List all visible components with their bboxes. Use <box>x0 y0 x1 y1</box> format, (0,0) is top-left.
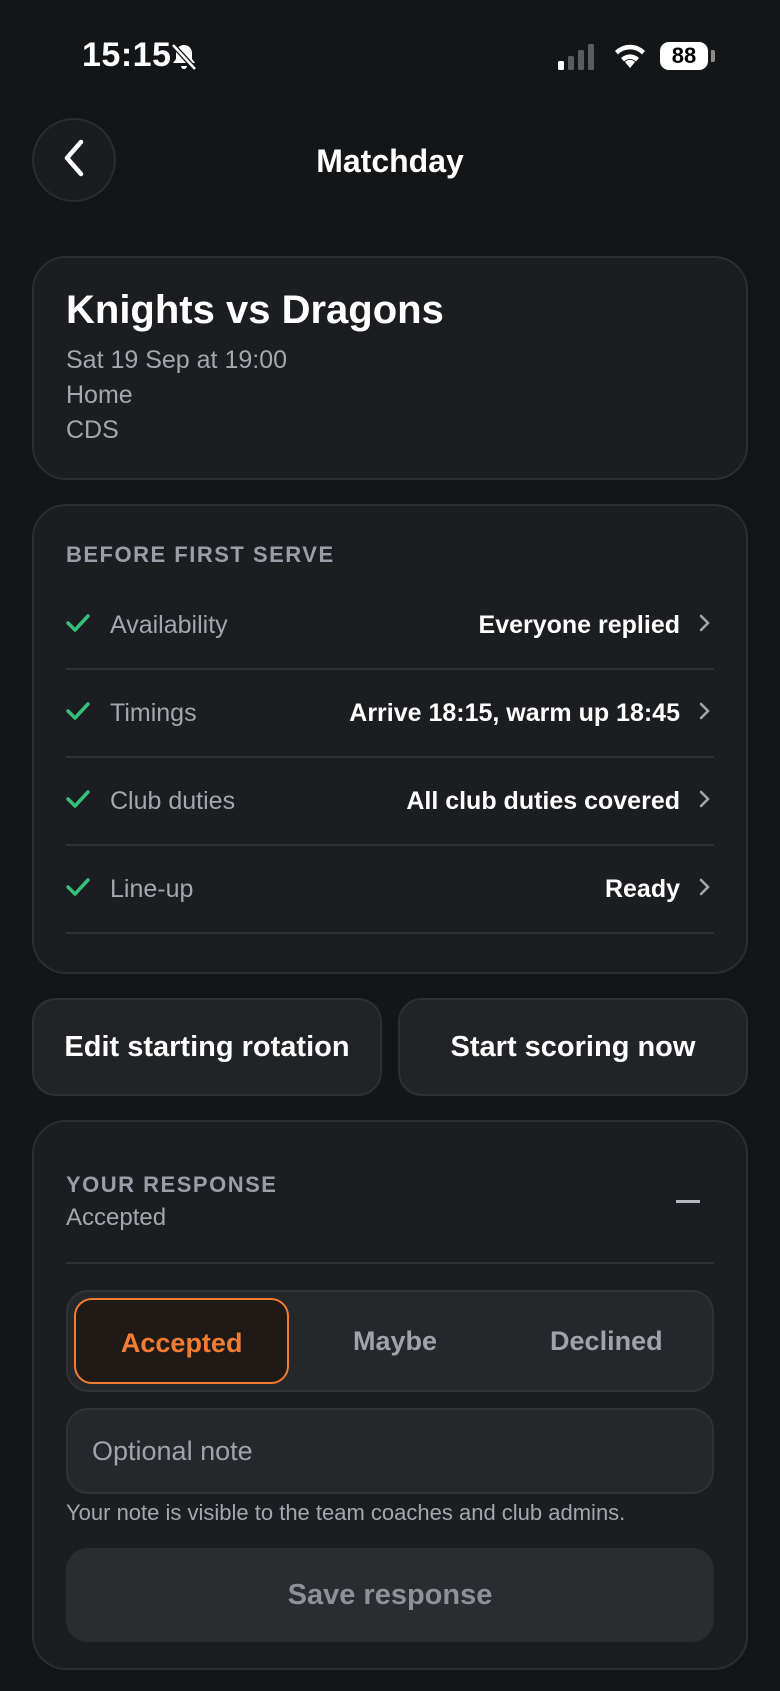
match-venue: Home <box>66 381 133 409</box>
checklist-row-club-duties[interactable]: Club duties All club duties covered <box>66 758 714 846</box>
response-segmented-control: Accepted Maybe Declined <box>66 1290 714 1392</box>
note-input[interactable] <box>66 1408 714 1494</box>
checklist-value: Ready <box>604 874 680 903</box>
checklist-heading: BEFORE FIRST SERVE <box>66 542 335 567</box>
pre-match-checklist: BEFORE FIRST SERVE Availability Everyone… <box>32 504 748 974</box>
bell-muted-icon <box>170 42 198 77</box>
checklist-value: Arrive 18:15, warm up 18:45 <box>349 698 680 727</box>
response-header[interactable]: YOUR RESPONSE Accepted <box>66 1172 714 1264</box>
option-maybe[interactable]: Maybe <box>289 1298 500 1384</box>
checklist-row-timings[interactable]: Timings Arrive 18:15, warm up 18:45 <box>66 670 714 758</box>
chevron-right-icon <box>698 701 714 726</box>
chevron-right-icon <box>698 613 714 638</box>
response-status: Accepted <box>66 1204 167 1231</box>
note-help-text: Your note is visible to the team coaches… <box>66 1500 626 1525</box>
save-response-button[interactable]: Save response <box>66 1548 714 1642</box>
checklist-row-availability[interactable]: Availability Everyone replied <box>66 582 714 670</box>
match-datetime: Sat 19 Sep at 19:00 <box>66 346 288 374</box>
checklist-label: Club duties <box>110 786 236 815</box>
option-accepted[interactable]: Accepted <box>74 1298 290 1384</box>
check-icon <box>66 701 90 726</box>
checklist-row-lineup[interactable]: Line-up Ready <box>66 846 714 934</box>
check-icon <box>66 877 90 902</box>
chevron-right-icon <box>698 877 714 902</box>
status-bar: 15:15 88 <box>0 0 780 115</box>
checklist-value: All club duties covered <box>406 786 680 815</box>
check-icon <box>66 613 90 638</box>
battery-tip <box>711 50 715 62</box>
match-card: Knights vs Dragons Sat 19 Sep at 19:00 H… <box>32 256 748 480</box>
response-heading: YOUR RESPONSE <box>66 1172 278 1197</box>
page-title: Matchday <box>316 143 464 179</box>
match-location: CDS <box>66 416 119 444</box>
checklist-label: Timings <box>110 698 197 727</box>
collapse-icon[interactable] <box>676 1200 700 1203</box>
check-icon <box>66 789 90 814</box>
cellular-signal-icon <box>558 44 598 75</box>
checklist-label: Availability <box>110 610 228 639</box>
response-card: YOUR RESPONSE Accepted Accepted Maybe De… <box>32 1120 748 1670</box>
battery-level: 88 <box>660 42 708 70</box>
match-title: Knights vs Dragons <box>66 288 444 332</box>
status-time: 15:15 <box>82 36 172 74</box>
option-declined[interactable]: Declined <box>501 1298 712 1384</box>
checklist-label: Line-up <box>110 874 194 903</box>
wifi-icon <box>612 42 648 75</box>
edit-rotation-button[interactable]: Edit starting rotation <box>32 998 382 1096</box>
chevron-right-icon <box>698 789 714 814</box>
checklist-value: Everyone replied <box>478 610 680 639</box>
start-scoring-button[interactable]: Start scoring now <box>398 998 748 1096</box>
